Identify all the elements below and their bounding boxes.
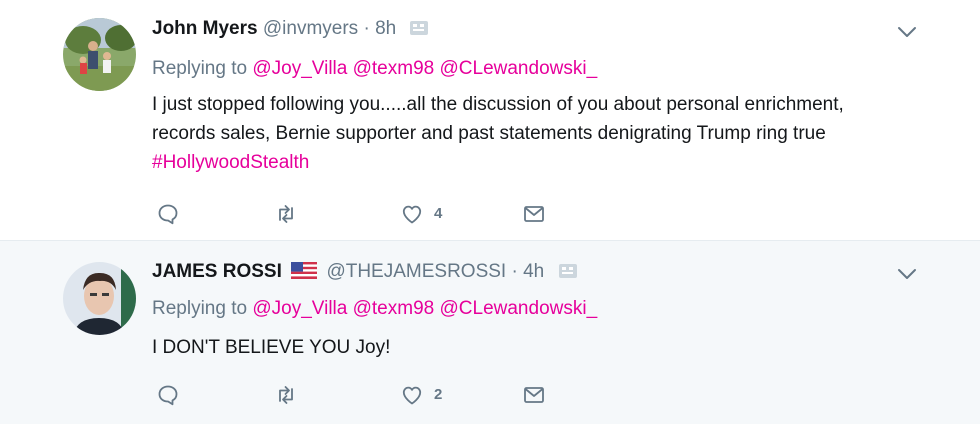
retweet-button[interactable]	[274, 202, 298, 228]
like-button[interactable]: 2	[400, 383, 442, 409]
author-name[interactable]: John Myers	[152, 18, 258, 39]
hashtag-link[interactable]: #HollywoodStealth	[152, 152, 309, 173]
tweet[interactable]: JAMES ROSSI @THEJAMESROSSI · 4h Replying…	[0, 241, 980, 424]
reply-icon	[158, 204, 178, 225]
envelope-icon	[524, 206, 544, 222]
chevron-down-icon[interactable]	[896, 21, 918, 43]
tweet-header: John Myers @invmyers · 8h	[152, 17, 429, 41]
replying-to: Replying to @Joy_Villa @texm98 @CLewando…	[152, 57, 597, 81]
avatar[interactable]	[63, 18, 136, 91]
envelope-icon	[524, 387, 544, 403]
tweet[interactable]: John Myers @invmyers · 8h Replying to @J…	[0, 0, 980, 241]
separator: ·	[363, 18, 370, 39]
replying-to-label: Replying to	[152, 58, 248, 79]
mention-link[interactable]: @CLewandowski_	[440, 58, 598, 79]
direct-message-button[interactable]	[522, 383, 546, 409]
timestamp[interactable]: 4h	[523, 261, 544, 282]
mention-link[interactable]: @Joy_Villa	[252, 58, 347, 79]
author-handle[interactable]: @THEJAMESROSSI	[326, 261, 506, 282]
reply-button[interactable]	[156, 202, 180, 228]
direct-message-button[interactable]	[522, 202, 546, 228]
mention-link[interactable]: @texm98	[353, 58, 435, 79]
replying-to-label: Replying to	[152, 298, 248, 319]
like-button[interactable]: 4	[400, 202, 442, 228]
app-icon	[409, 19, 429, 35]
us-flag-icon	[291, 262, 318, 279]
replying-to: Replying to @Joy_Villa @texm98 @CLewando…	[152, 297, 597, 321]
author-handle[interactable]: @invmyers	[263, 18, 358, 39]
tweet-body: I just stopped following you.....all the…	[152, 94, 844, 144]
tweet-text: I just stopped following you.....all the…	[152, 90, 912, 177]
like-count: 2	[434, 386, 443, 403]
tweet-body: I DON'T BELIEVE YOU Joy!	[152, 337, 391, 358]
tweet-header: JAMES ROSSI @THEJAMESROSSI · 4h	[152, 260, 578, 284]
retweet-icon	[279, 386, 293, 404]
avatar[interactable]	[63, 262, 136, 335]
chevron-down-icon[interactable]	[896, 263, 918, 285]
retweet-button[interactable]	[274, 383, 298, 409]
heart-icon	[402, 386, 422, 405]
heart-icon	[402, 205, 422, 224]
mention-link[interactable]: @texm98	[353, 298, 435, 319]
author-name[interactable]: JAMES ROSSI	[152, 261, 282, 282]
mention-link[interactable]: @Joy_Villa	[252, 298, 347, 319]
app-icon	[558, 262, 578, 278]
mention-link[interactable]: @CLewandowski_	[440, 298, 598, 319]
reply-button[interactable]	[156, 383, 180, 409]
reply-icon	[158, 385, 178, 406]
like-count: 4	[434, 205, 443, 222]
retweet-icon	[279, 205, 293, 223]
timestamp[interactable]: 8h	[375, 18, 396, 39]
tweet-text: I DON'T BELIEVE YOU Joy!	[152, 333, 912, 362]
separator: ·	[511, 261, 518, 282]
